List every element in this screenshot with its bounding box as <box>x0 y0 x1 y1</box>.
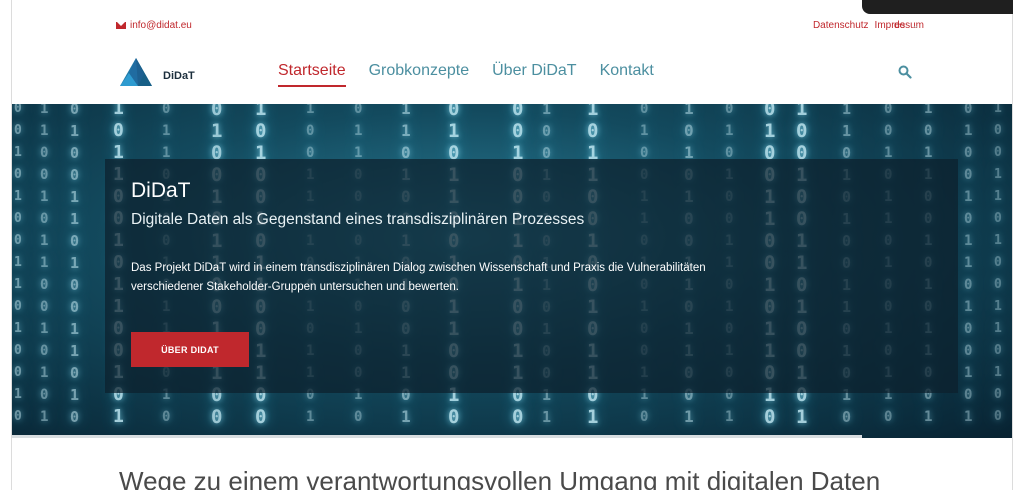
email-text: info@didat.eu <box>130 20 192 31</box>
envelope-icon <box>116 22 126 29</box>
logo-link[interactable]: DiDaT <box>118 56 195 90</box>
didat-logo-icon <box>120 58 152 86</box>
nav-item-kontakt[interactable]: Kontakt <box>600 62 654 87</box>
logo-text: DiDaT <box>163 70 195 82</box>
section-heading: Wege zu einem verantwortungsvollen Umgan… <box>119 466 881 490</box>
chevron-down-icon: ⌄ <box>912 21 919 30</box>
hero-description: Das Projekt DiDaT wird in einem transdis… <box>131 262 706 293</box>
language-value: de <box>894 20 906 31</box>
hero-banner: 0 0 1 0 1 0 0 1 1 0 1 0 0 1 0 1 1 0 0 1 … <box>12 104 1012 438</box>
search-icon[interactable] <box>898 65 912 79</box>
language-selector[interactable]: de ⌄ <box>894 20 919 31</box>
window-tab <box>862 0 1013 14</box>
hero-subtitle: Digitale Daten als Gegenstand eines tran… <box>131 211 585 228</box>
ueber-didat-button[interactable]: ÜBER DIDAT <box>131 332 249 367</box>
link-datenschutz[interactable]: Datenschutz <box>813 20 869 31</box>
hero-title: DiDaT <box>131 179 191 202</box>
hero-bottom-divider <box>12 435 862 438</box>
nav-item-ueber-didat[interactable]: Über DiDaT <box>492 62 576 87</box>
top-bar: info@didat.eu Datenschutz Impressum de ⌄ <box>12 14 1012 40</box>
main-navigation: DiDaT Startseite Grobkonzepte Über DiDaT… <box>12 40 1012 104</box>
nav-menu: Startseite Grobkonzepte Über DiDaT Konta… <box>278 62 654 87</box>
email-link[interactable]: info@didat.eu <box>116 20 192 31</box>
nav-item-startseite[interactable]: Startseite <box>278 62 346 87</box>
nav-item-grobkonzepte[interactable]: Grobkonzepte <box>369 62 470 87</box>
